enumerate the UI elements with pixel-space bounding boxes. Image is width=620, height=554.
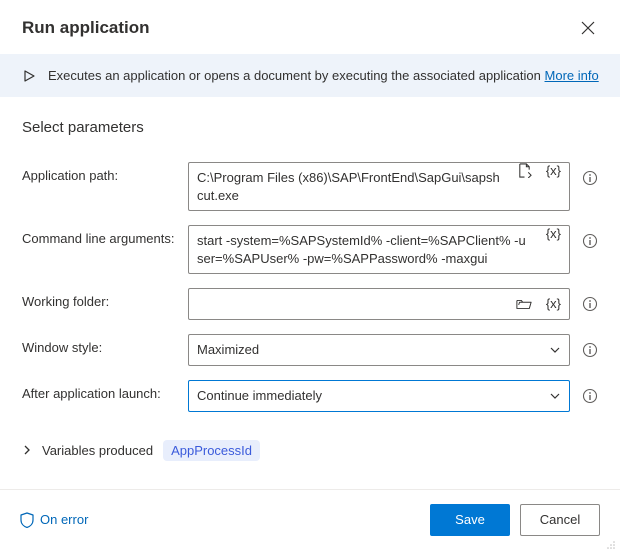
variable-icon: {x} xyxy=(544,163,563,178)
chevron-down-icon xyxy=(549,344,561,356)
input-working-folder[interactable] xyxy=(189,289,510,319)
field-application-path[interactable]: C:\Program Files (x86)\SAP\FrontEnd\SapG… xyxy=(188,162,570,211)
info-icon[interactable] xyxy=(582,170,598,186)
parameters-section: Application path: C:\Program Files (x86)… xyxy=(0,144,620,412)
variables-produced-row[interactable]: Variables produced AppProcessId xyxy=(0,426,620,467)
info-text: Executes an application or opens a docum… xyxy=(48,68,599,83)
insert-variable-button[interactable]: {x} xyxy=(538,289,569,319)
dialog-footer: On error Save Cancel xyxy=(0,489,620,554)
chevron-down-icon xyxy=(549,390,561,402)
input-application-path[interactable]: C:\Program Files (x86)\SAP\FrontEnd\SapG… xyxy=(189,163,511,210)
variables-produced-label: Variables produced xyxy=(42,443,153,458)
label-application-path: Application path: xyxy=(22,162,176,183)
section-title: Select parameters xyxy=(0,97,620,144)
field-command-line-arguments[interactable]: start -system=%SAPSystemId% -client=%SAP… xyxy=(188,225,570,274)
run-icon xyxy=(22,69,36,83)
row-working-folder: Working folder: {x} xyxy=(22,288,598,320)
select-after-application-launch-value: Continue immediately xyxy=(197,388,549,403)
variable-icon: {x} xyxy=(544,226,563,241)
label-command-line-arguments: Command line arguments: xyxy=(22,225,176,246)
row-application-path: Application path: C:\Program Files (x86)… xyxy=(22,162,598,211)
field-working-folder[interactable]: {x} xyxy=(188,288,570,320)
insert-variable-button[interactable]: {x} xyxy=(538,226,569,241)
folder-picker-button[interactable] xyxy=(510,289,538,319)
on-error-label: On error xyxy=(40,512,88,527)
label-after-application-launch: After application launch: xyxy=(22,380,176,401)
cancel-button[interactable]: Cancel xyxy=(520,504,600,536)
chevron-right-icon xyxy=(22,445,32,455)
row-after-application-launch: After application launch: Continue immed… xyxy=(22,380,598,412)
input-command-line-arguments[interactable]: start -system=%SAPSystemId% -client=%SAP… xyxy=(189,226,538,273)
insert-variable-button[interactable]: {x} xyxy=(538,163,569,178)
dialog-title: Run application xyxy=(22,18,150,38)
dialog: Run application Executes an application … xyxy=(0,0,620,554)
info-icon[interactable] xyxy=(582,233,598,249)
select-window-style-value: Maximized xyxy=(197,342,549,357)
info-bar: Executes an application or opens a docum… xyxy=(0,54,620,97)
info-text-content: Executes an application or opens a docum… xyxy=(48,68,541,83)
shield-icon xyxy=(20,512,34,528)
on-error-link[interactable]: On error xyxy=(20,512,88,528)
row-command-line-arguments: Command line arguments: start -system=%S… xyxy=(22,225,598,274)
file-picker-button[interactable] xyxy=(511,163,538,178)
close-icon xyxy=(581,21,595,35)
select-window-style[interactable]: Maximized xyxy=(188,334,570,366)
select-after-application-launch[interactable]: Continue immediately xyxy=(188,380,570,412)
row-window-style: Window style: Maximized xyxy=(22,334,598,366)
info-icon[interactable] xyxy=(582,388,598,404)
resize-grip-icon[interactable] xyxy=(606,540,616,550)
info-icon[interactable] xyxy=(582,296,598,312)
dialog-header: Run application xyxy=(0,0,620,54)
variable-pill[interactable]: AppProcessId xyxy=(163,440,260,461)
file-select-icon xyxy=(517,163,532,178)
close-button[interactable] xyxy=(576,16,600,40)
variable-icon: {x} xyxy=(544,296,563,311)
label-working-folder: Working folder: xyxy=(22,288,176,309)
save-button[interactable]: Save xyxy=(430,504,510,536)
more-info-link[interactable]: More info xyxy=(545,68,599,83)
label-window-style: Window style: xyxy=(22,334,176,355)
info-icon[interactable] xyxy=(582,342,598,358)
folder-icon xyxy=(516,297,532,311)
